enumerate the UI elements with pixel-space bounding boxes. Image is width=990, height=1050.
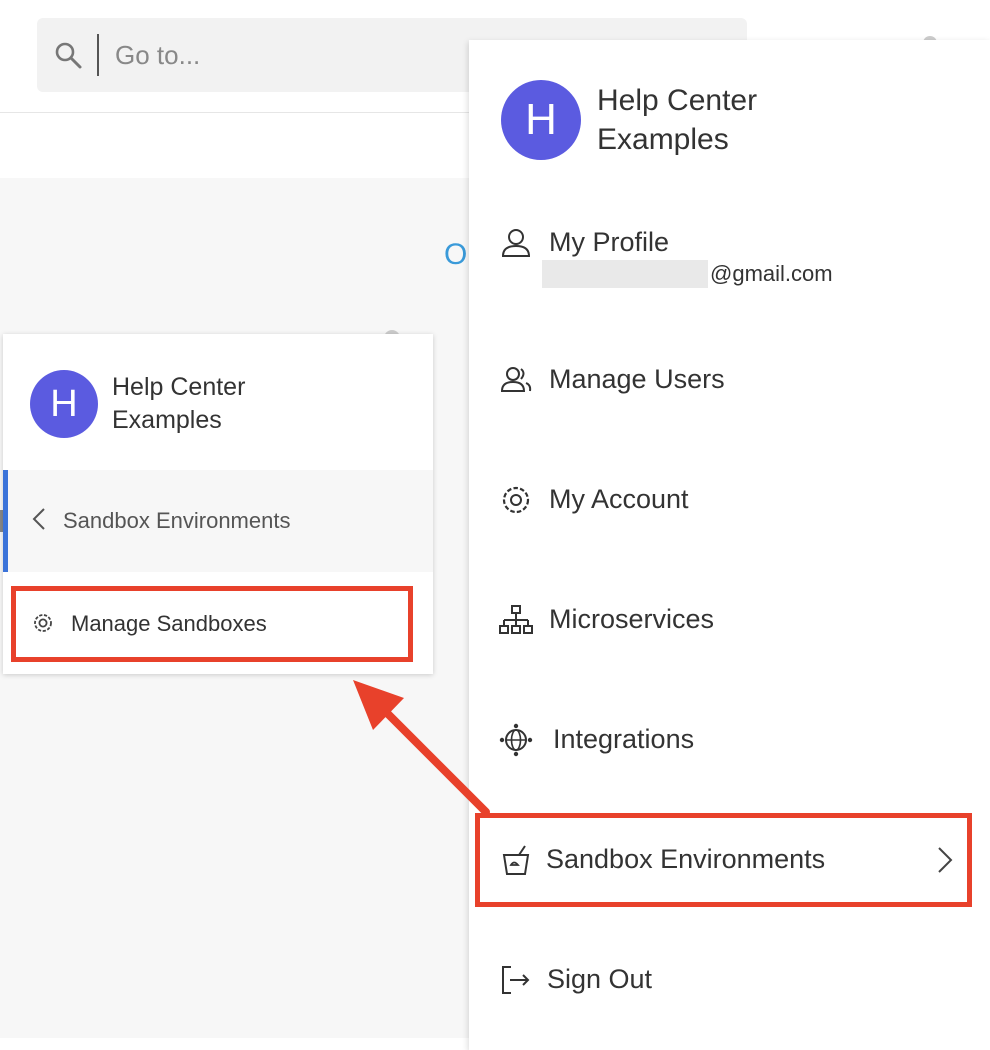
annotation-arrow <box>353 680 490 816</box>
